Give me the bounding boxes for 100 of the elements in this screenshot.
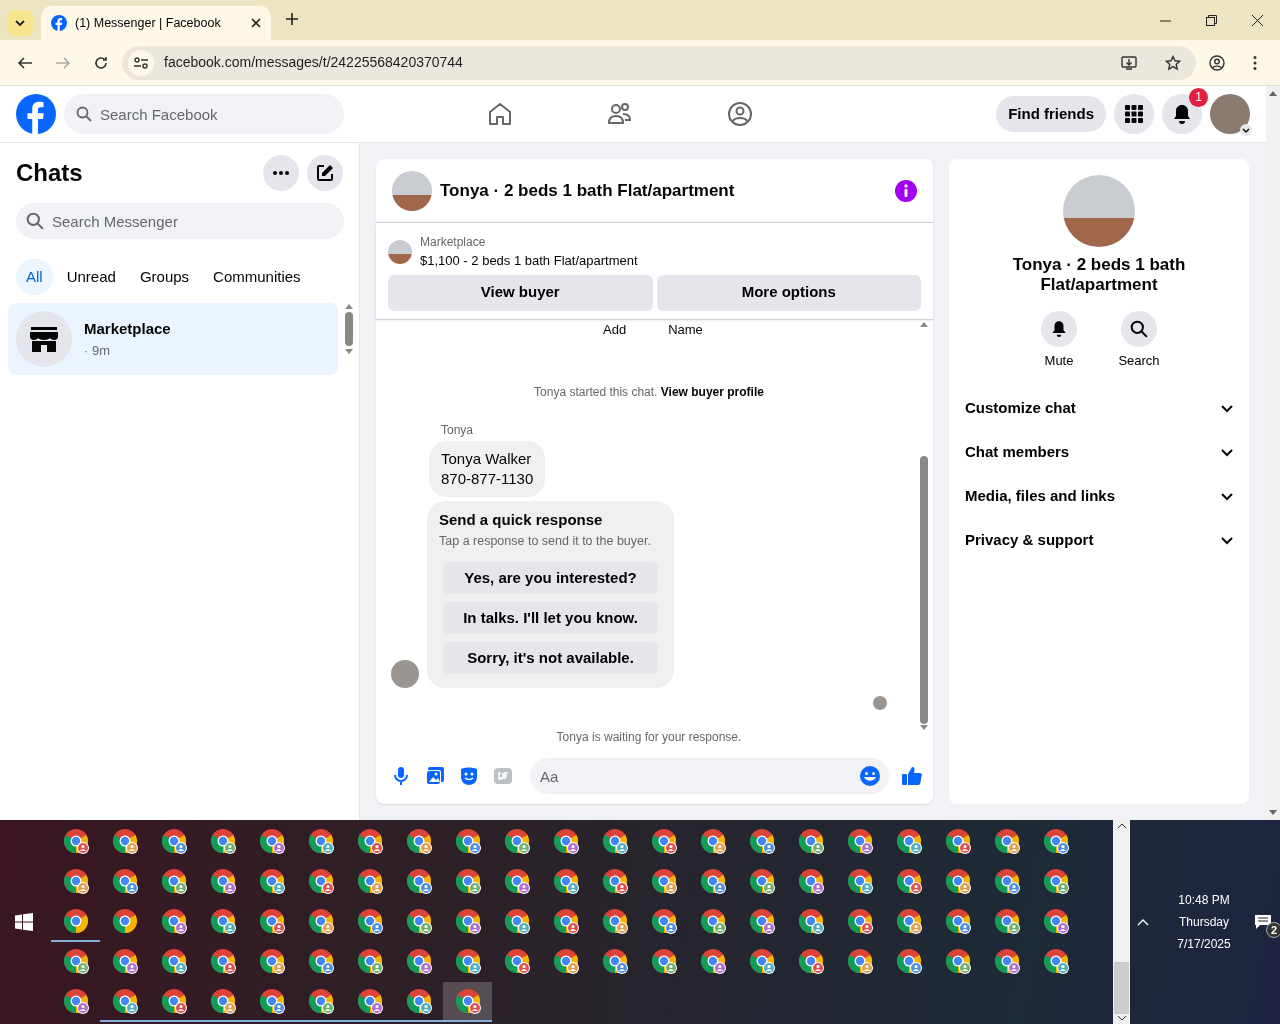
bell-icon	[1050, 320, 1068, 338]
listing-source: Marketplace	[420, 234, 487, 251]
chevron-down-icon	[1221, 492, 1233, 501]
column-label: Name	[668, 320, 703, 339]
scrollbar[interactable]	[1113, 820, 1130, 1024]
filter-tab[interactable]: Unread	[56, 259, 126, 295]
section-header[interactable]: Chat members	[965, 430, 1233, 475]
mute-button[interactable]: Mute	[1031, 311, 1087, 371]
more-options-button[interactable]	[263, 155, 299, 191]
info-icon	[895, 179, 917, 202]
chat-time: · 9m	[84, 341, 111, 360]
back-arrow-icon	[17, 54, 33, 71]
photo-placeholder	[388, 239, 412, 264]
section-header[interactable]: Customize chat	[965, 386, 1233, 431]
action-button[interactable]: More options	[656, 274, 921, 311]
filter-tab[interactable]: Communities	[203, 259, 311, 295]
action-button[interactable]: View buyer	[388, 274, 653, 311]
menu-button[interactable]	[1114, 94, 1154, 134]
restore-icon	[1205, 14, 1217, 26]
person-icon	[1209, 54, 1225, 71]
tab-list-button[interactable]	[7, 10, 33, 36]
quick-response-title: Send a quick response	[439, 510, 604, 530]
info-button[interactable]	[895, 179, 917, 202]
person-circle-icon	[727, 101, 753, 127]
compose-icon	[316, 164, 334, 182]
message-bubble: Tonya Walker 870-877-1130	[429, 441, 546, 497]
chevron-up-icon	[1137, 918, 1149, 926]
smiley-icon	[859, 765, 881, 787]
filter-tab[interactable]: Groups	[129, 259, 200, 295]
reload-icon	[93, 54, 109, 71]
taskbar-app-button[interactable]	[443, 982, 492, 1022]
waiting-note: Tonya is waiting for your response.	[555, 729, 743, 747]
like-button[interactable]	[901, 765, 923, 787]
read-receipt-avatar	[873, 696, 887, 711]
conversation-name: Tonya · 2 beds 1 bath Flat/apartment	[1011, 255, 1187, 295]
attach-photo-button[interactable]	[424, 765, 446, 787]
search-field[interactable]: Search Messenger	[16, 203, 344, 239]
system-note: Tonya started this chat. View buyer profile	[533, 384, 765, 401]
close-icon	[251, 18, 261, 28]
bell-icon	[1172, 104, 1192, 124]
sender-name: Tonya	[441, 422, 475, 439]
quick-response-subtitle: Tap a response to send it to the buyer.	[439, 532, 652, 550]
sticker-button[interactable]	[458, 765, 480, 787]
quick-response-button[interactable]: Yes, are you interested?	[443, 562, 658, 595]
avatar	[391, 660, 419, 689]
search-button[interactable]: Search	[1111, 311, 1167, 371]
chevron-down-icon	[1221, 536, 1233, 545]
close-icon	[1251, 14, 1263, 26]
scrollbar-thumb[interactable]	[345, 312, 353, 346]
chevron-down-icon	[1221, 448, 1233, 457]
sliders-icon	[134, 56, 148, 69]
scroll-down-arrow-icon[interactable]	[1269, 810, 1277, 816]
find-friends-button[interactable]: Find friends	[996, 96, 1106, 132]
emoji-button[interactable]	[859, 765, 881, 787]
grid-icon	[1124, 104, 1144, 124]
clock[interactable]: 10:48 PM Thursday 7/17/2025	[1156, 889, 1252, 955]
new-message-button[interactable]	[307, 155, 343, 191]
people-icon	[607, 101, 633, 127]
filter-tab[interactable]: All	[16, 259, 53, 295]
windows-logo-icon	[15, 913, 33, 931]
facebook-logo-icon	[51, 15, 67, 31]
sticker-icon	[458, 765, 480, 787]
chat-title: Tonya · 2 beds 1 bath Flat/apartment	[440, 179, 736, 202]
tab-title: (1) Messenger | Facebook	[75, 14, 222, 32]
quick-response-button[interactable]: In talks. I'll let you know.	[443, 602, 658, 635]
quick-response-button[interactable]: Sorry, it's not available.	[443, 642, 658, 675]
plus-icon	[286, 13, 298, 25]
search-icon	[26, 212, 44, 230]
view-buyer-profile-link[interactable]: View buyer profile	[660, 385, 764, 399]
notification-count: 2	[1266, 922, 1280, 938]
site-settings-button[interactable]	[128, 49, 154, 76]
browser-tab[interactable]: (1) Messenger | Facebook	[41, 6, 271, 40]
scroll-up-arrow-icon[interactable]	[1269, 90, 1277, 96]
monitor-download-icon	[1121, 54, 1137, 71]
thumbs-up-icon	[901, 765, 923, 787]
section-header[interactable]: Privacy & support	[965, 518, 1233, 563]
column-label: Add	[603, 320, 627, 339]
star-icon	[1165, 54, 1181, 71]
home-icon	[487, 101, 513, 127]
gif-icon	[492, 765, 514, 787]
photo-icon	[424, 765, 446, 787]
scrollbar[interactable]	[1266, 86, 1280, 820]
account-avatar[interactable]	[1210, 94, 1250, 134]
section-header[interactable]: Media, files and links	[965, 474, 1233, 519]
chat-list-item[interactable]: Marketplace · 9m	[8, 303, 338, 375]
close-tab-button[interactable]	[251, 18, 261, 28]
message-field[interactable]: Aa	[530, 758, 889, 794]
chevron-down-icon	[14, 17, 26, 29]
facebook-logo-icon	[16, 94, 56, 134]
forward-arrow-icon	[55, 54, 71, 71]
notification-count: 1	[1189, 88, 1208, 107]
search-field[interactable]: Search Facebook	[64, 94, 344, 134]
search-icon	[1130, 320, 1148, 338]
scrollbar-thumb[interactable]	[1114, 962, 1129, 1014]
notifications-button[interactable]	[1162, 94, 1202, 134]
chat-name: Marketplace	[84, 319, 171, 339]
photo-placeholder	[392, 170, 432, 211]
chevron-down-icon	[1221, 404, 1233, 413]
speech-bubble-icon	[1254, 914, 1272, 930]
listing-summary: $1,100 - 2 beds 1 bath Flat/apartment	[420, 252, 638, 270]
